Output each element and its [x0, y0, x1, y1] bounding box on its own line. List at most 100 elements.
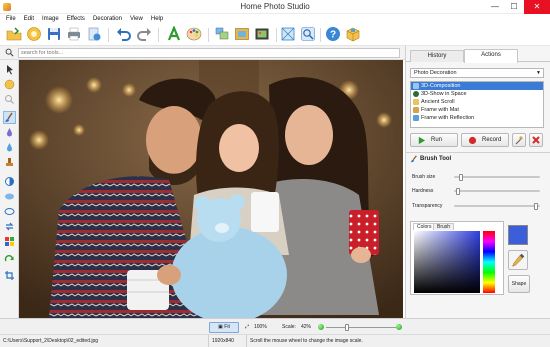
zoom-icon[interactable] [300, 26, 316, 42]
delete-icon [532, 136, 540, 144]
tool-search-bar [0, 46, 405, 60]
effect-icon [413, 107, 419, 113]
color-palette[interactable] [414, 231, 480, 293]
collage-icon[interactable] [214, 26, 230, 42]
file-path: C:\Users\Support_2\Desktop\02_edited.jpg [0, 335, 209, 347]
tab-brush[interactable]: Brush [433, 223, 455, 230]
export-icon[interactable] [86, 26, 102, 42]
layers-icon[interactable] [4, 236, 15, 247]
scale-label: Scale: [282, 324, 296, 330]
floppy-icon[interactable] [46, 26, 62, 42]
menu-effects[interactable]: Effects [63, 14, 89, 24]
delete-button[interactable] [529, 133, 543, 147]
tab-history[interactable]: History [410, 50, 464, 62]
hue-strip[interactable] [483, 231, 495, 293]
crop-tool-icon[interactable] [4, 270, 15, 281]
svg-text:?: ? [330, 30, 336, 41]
blur-icon[interactable] [4, 191, 15, 202]
pointer-icon[interactable] [4, 64, 15, 75]
palette-icon[interactable] [186, 26, 202, 42]
open-icon[interactable] [6, 26, 22, 42]
category-dropdown[interactable]: Photo Decoration ▼ [410, 68, 544, 78]
menu-decoration[interactable]: Decoration [89, 14, 126, 24]
zoom-tool-icon[interactable] [4, 94, 15, 105]
status-hint: Scroll the mouse wheel to change the ima… [250, 338, 363, 344]
stamp-icon[interactable] [4, 157, 15, 168]
actions-panel: History Actions Photo Decoration ▼ 3D-Co… [405, 46, 550, 318]
contrast-icon[interactable] [4, 176, 15, 187]
tab-actions[interactable]: Actions [464, 49, 518, 63]
zoom-in-icon[interactable] [396, 324, 402, 330]
list-item[interactable]: 3D-Show in Space [411, 90, 543, 98]
zoom-slider[interactable] [326, 324, 396, 331]
hardness-thumb[interactable] [455, 188, 460, 195]
brush-size-slider[interactable] [454, 174, 540, 181]
zoom-label[interactable]: 100% [254, 321, 267, 333]
menu-file[interactable]: File [2, 14, 20, 24]
help-icon[interactable]: ? [325, 26, 341, 42]
maximize-button[interactable]: ☐ [505, 0, 523, 14]
print-icon[interactable] [66, 26, 82, 42]
actual-size-icon[interactable]: ⤢ [245, 321, 249, 333]
zoom-slider-thumb[interactable] [345, 324, 349, 331]
menu-help[interactable]: Help [147, 14, 167, 24]
menu-image[interactable]: Image [38, 14, 63, 24]
box-icon[interactable] [345, 26, 361, 42]
record-button[interactable]: Record [461, 133, 509, 147]
image-canvas[interactable] [19, 60, 403, 318]
effect-icon [413, 83, 419, 89]
frame-icon[interactable] [234, 26, 250, 42]
sharpen-icon[interactable] [4, 206, 15, 217]
status-bar: ▣ Fit ⤢ 100% Scale: 42% C:\Users\Support… [0, 318, 550, 347]
window-title: Home Photo Studio [240, 2, 310, 11]
eyedropper-icon [512, 253, 525, 267]
image-dimensions: 1920x840 [209, 335, 247, 347]
status-info: C:\Users\Support_2\Desktop\02_edited.jpg… [0, 334, 550, 347]
text-icon[interactable] [166, 26, 182, 42]
color-picker: Colors Brush [410, 221, 504, 295]
transparency-row: Transparency [412, 201, 546, 211]
zoom-out-icon[interactable] [318, 324, 324, 330]
list-item[interactable]: Frame with Reflection [411, 114, 543, 122]
menu-edit[interactable]: Edit [20, 14, 38, 24]
close-button[interactable]: ✕ [524, 0, 550, 14]
drop-icon[interactable] [4, 127, 15, 138]
effect-icon [413, 99, 419, 105]
fit-button[interactable]: ▣ Fit [209, 322, 239, 333]
search-icon [5, 48, 14, 57]
current-color-swatch[interactable] [508, 225, 528, 245]
eyedropper-button[interactable] [508, 250, 528, 270]
shape-button[interactable]: Shape [508, 275, 530, 293]
list-item[interactable]: 3D-Composition [411, 82, 543, 90]
adjust-icon[interactable] [4, 79, 15, 90]
rotate-icon[interactable] [4, 255, 15, 266]
redo-icon[interactable] [136, 26, 152, 42]
transparency-thumb[interactable] [534, 203, 539, 210]
scale-value: 42% [301, 324, 312, 330]
water-drop-icon[interactable] [4, 142, 15, 153]
menu-bar: File Edit Image Effects Decoration View … [0, 14, 550, 24]
effect-icon [413, 115, 419, 121]
crop-icon[interactable] [280, 26, 296, 42]
settings-button[interactable] [512, 133, 526, 147]
transparency-slider[interactable] [454, 203, 540, 210]
brush-tool-button[interactable] [3, 111, 16, 124]
save-icon[interactable] [26, 26, 42, 42]
minimize-button[interactable]: — [486, 0, 504, 14]
brush-tool-icon [5, 112, 13, 122]
list-item[interactable]: Frame with Mat [411, 106, 543, 114]
brush-size-thumb[interactable] [458, 174, 463, 181]
brush-icon [410, 155, 417, 163]
hardness-slider[interactable] [454, 188, 540, 195]
menu-view[interactable]: View [126, 14, 147, 24]
search-input[interactable] [18, 48, 400, 58]
undo-icon[interactable] [116, 26, 132, 42]
left-tool-palette [0, 60, 19, 318]
swap-icon[interactable] [4, 221, 15, 232]
effect-list[interactable]: 3D-Composition 3D-Show in Space Ancient … [410, 81, 544, 128]
chevron-down-icon: ▼ [536, 70, 541, 76]
list-item[interactable]: Ancient Scroll [411, 98, 543, 106]
zoom-controls: ▣ Fit ⤢ 100% Scale: 42% [0, 321, 550, 333]
decorate-icon[interactable] [254, 26, 270, 42]
run-button[interactable]: Run [410, 133, 458, 147]
